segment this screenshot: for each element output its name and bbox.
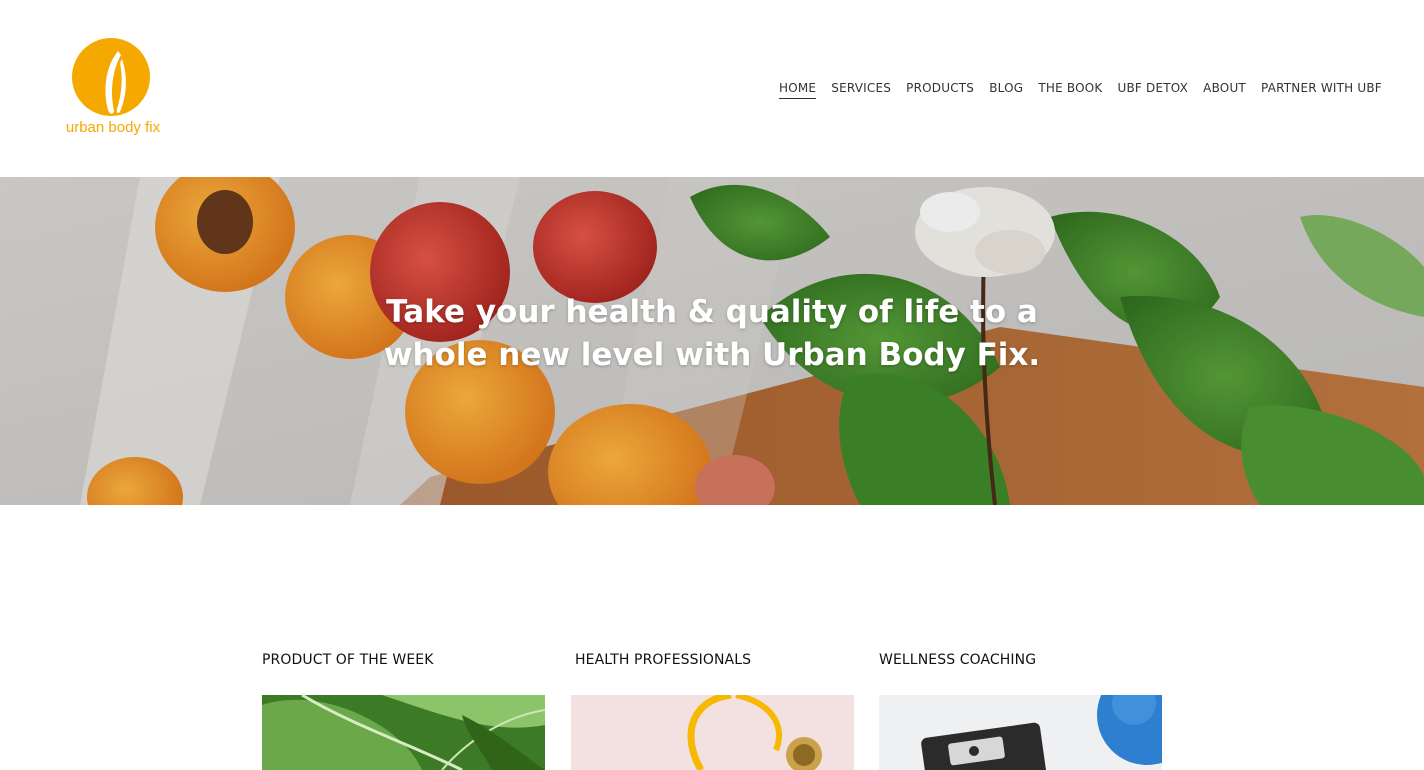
feature-health-professionals: HEALTH PROFESSIONALS xyxy=(571,651,854,770)
nav-item-products[interactable]: PRODUCTS xyxy=(906,80,974,99)
nav-item-blog[interactable]: BLOG xyxy=(989,80,1023,99)
nav-item-about[interactable]: ABOUT xyxy=(1203,80,1246,99)
site-header: urban body fix HOME SERVICES PRODUCTS BL… xyxy=(0,0,1424,177)
nav-item-the-book[interactable]: THE BOOK xyxy=(1038,80,1102,99)
feature-title[interactable]: WELLNESS COACHING xyxy=(879,651,1162,669)
nav-item-partner-with-ubf[interactable]: PARTNER WITH UBF xyxy=(1261,80,1382,99)
brand-logo[interactable]: urban body fix xyxy=(58,35,168,139)
main-nav: HOME SERVICES PRODUCTS BLOG THE BOOK UBF… xyxy=(779,80,1382,99)
feature-image-leafy-greens[interactable] xyxy=(262,695,545,770)
nav-item-home[interactable]: HOME xyxy=(779,80,817,99)
feature-image-stethoscope[interactable] xyxy=(571,695,854,770)
hero-headline-line-2: whole new level with Urban Body Fix. xyxy=(383,337,1041,373)
hero-banner: Take your health & quality of life to a … xyxy=(0,177,1424,505)
nav-item-ubf-detox[interactable]: UBF DETOX xyxy=(1118,80,1189,99)
hero-headline: Take your health & quality of life to a … xyxy=(0,291,1424,377)
features-section: PRODUCT OF THE WEEK HEALTH PROFESSIONALS xyxy=(0,505,1424,770)
feature-image-scale-and-ball[interactable] xyxy=(879,695,1162,770)
feature-wellness-coaching: WELLNESS COACHING xyxy=(879,651,1162,770)
brand-wordmark: urban body fix xyxy=(66,119,161,136)
nav-item-services[interactable]: SERVICES xyxy=(831,80,891,99)
feature-title[interactable]: PRODUCT OF THE WEEK xyxy=(262,651,545,669)
feature-title[interactable]: HEALTH PROFESSIONALS xyxy=(575,651,854,669)
feature-product-of-the-week: PRODUCT OF THE WEEK xyxy=(262,651,545,770)
hero-headline-line-1: Take your health & quality of life to a xyxy=(386,294,1038,330)
